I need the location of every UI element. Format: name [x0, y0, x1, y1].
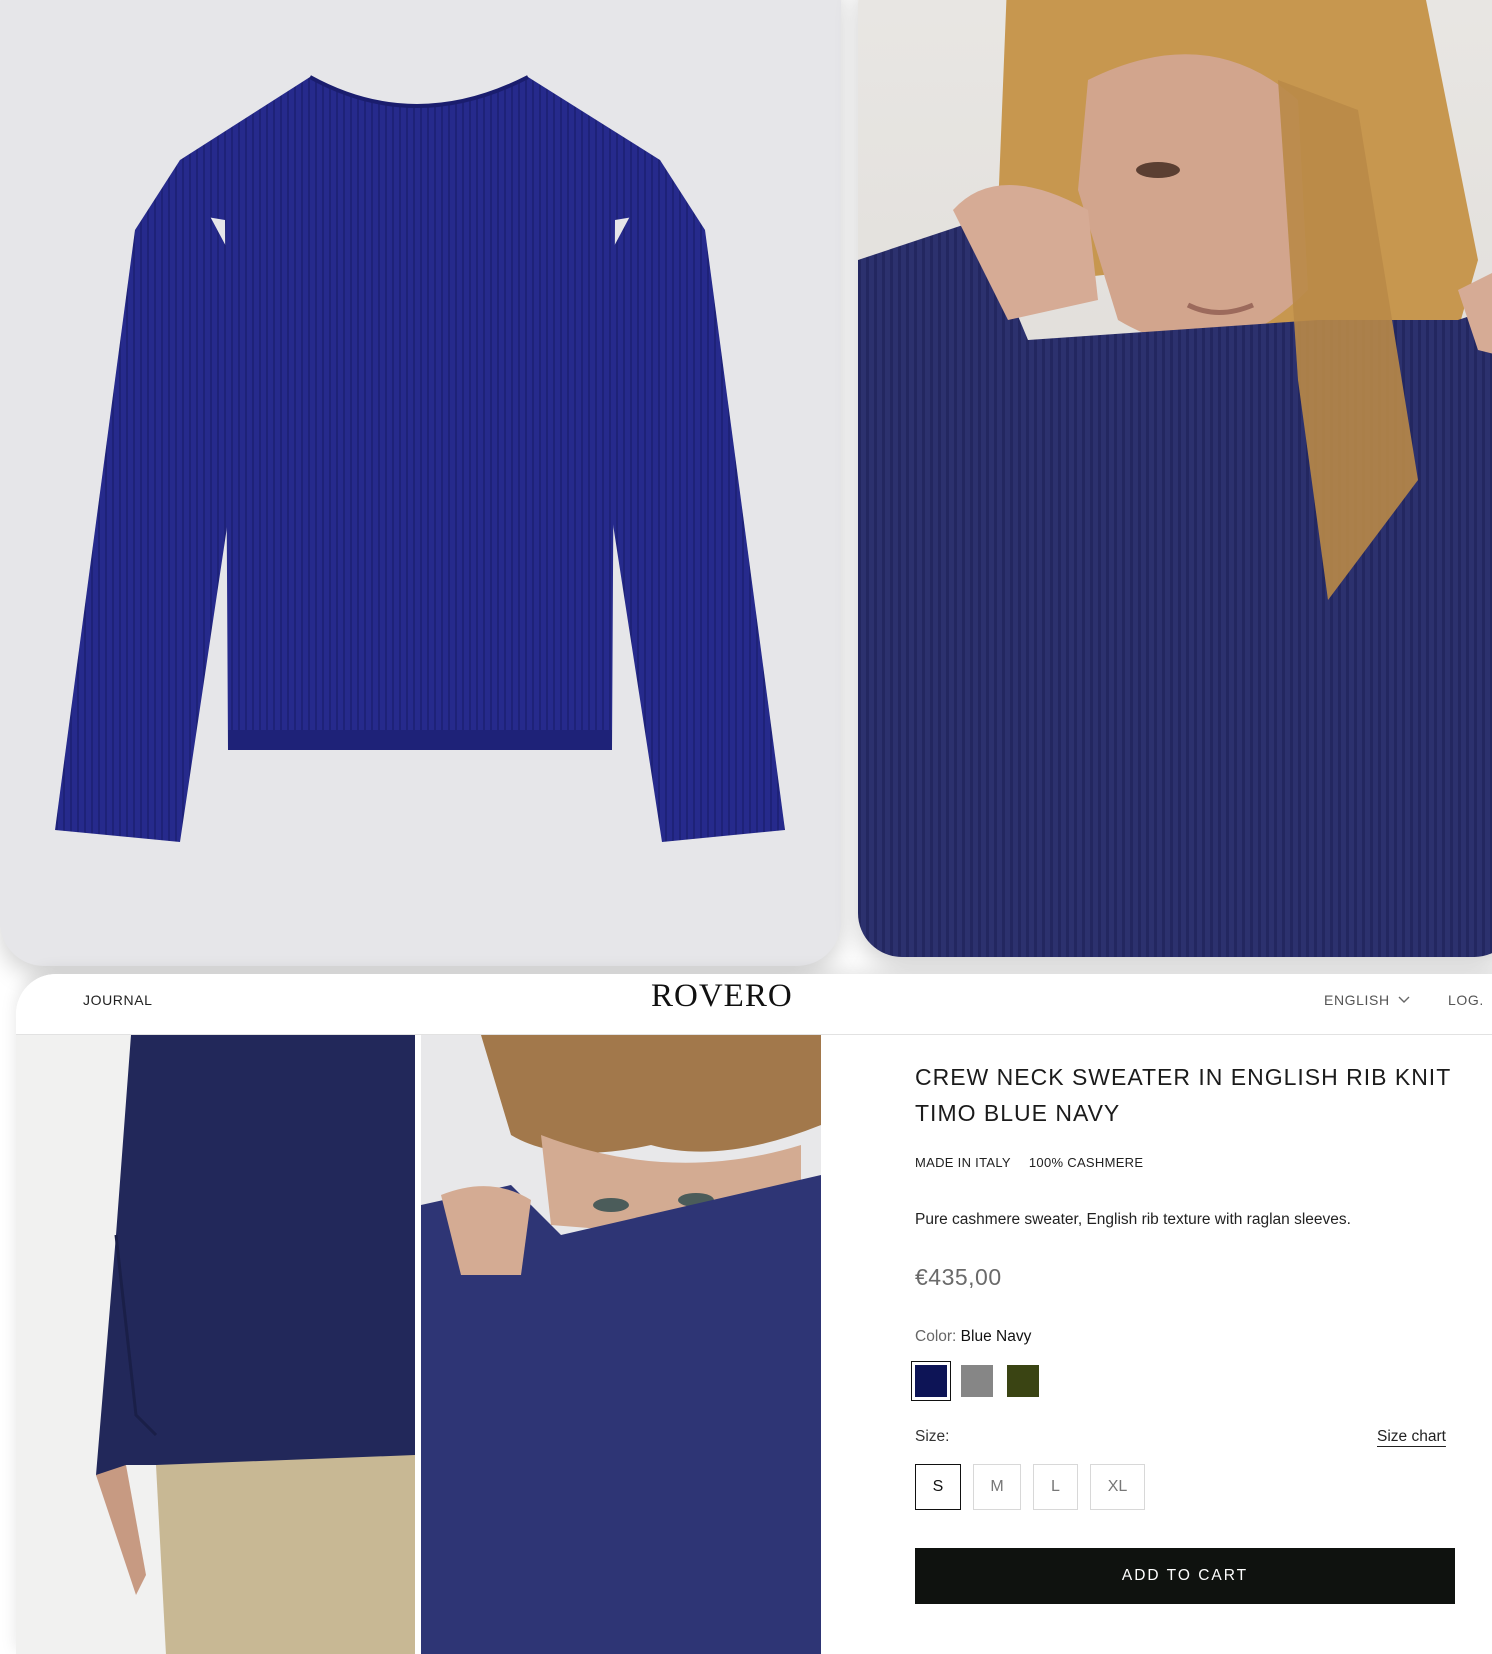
- color-label-row: Color: Blue Navy: [915, 1328, 1031, 1346]
- swatch-blue-navy[interactable]: [911, 1361, 951, 1401]
- product-description: Pure cashmere sweater, English rib textu…: [915, 1211, 1351, 1228]
- gallery-image-side[interactable]: [16, 1035, 415, 1654]
- product-page-panel: JOURNAL ROVERO ENGLISH LOG. CREW NECK SW…: [16, 974, 1492, 1654]
- size-options: S M L XL: [915, 1464, 1145, 1510]
- nav-login-link[interactable]: LOG.: [1448, 992, 1484, 1008]
- color-swatches: [911, 1361, 1039, 1401]
- tag-made-in-italy: MADE IN ITALY: [915, 1155, 1011, 1170]
- product-title: CREW NECK SWEATER IN ENGLISH RIB KNIT TI…: [915, 1064, 1451, 1126]
- size-label: Size:: [915, 1428, 950, 1445]
- size-l-button[interactable]: L: [1033, 1464, 1078, 1510]
- language-label: ENGLISH: [1324, 992, 1390, 1008]
- nav-journal-link[interactable]: JOURNAL: [83, 992, 153, 1008]
- model-collar-image: [421, 1035, 821, 1654]
- chevron-down-icon: [1398, 996, 1410, 1003]
- model-image-card[interactable]: [858, 0, 1492, 957]
- size-s-button[interactable]: S: [915, 1464, 961, 1510]
- top-nav: JOURNAL ROVERO ENGLISH LOG.: [16, 974, 1492, 1035]
- product-price: €435,00: [915, 1264, 1002, 1290]
- size-chart-link[interactable]: Size chart: [1377, 1428, 1446, 1446]
- color-label: Color:: [915, 1328, 957, 1345]
- size-m-button[interactable]: M: [973, 1464, 1021, 1510]
- color-value: Blue Navy: [960, 1328, 1032, 1345]
- model-image: [858, 0, 1492, 957]
- tag-cashmere: 100% CASHMERE: [1028, 1155, 1144, 1170]
- product-tags: MADE IN ITALY 100% CASHMERE: [915, 1155, 1143, 1170]
- swatch-olive[interactable]: [1007, 1365, 1039, 1397]
- brand-logo[interactable]: ROVERO: [651, 978, 793, 1015]
- sweater-side-image: [96, 1035, 415, 1654]
- size-xl-button[interactable]: XL: [1090, 1464, 1145, 1510]
- language-selector[interactable]: ENGLISH: [1324, 992, 1410, 1008]
- add-to-cart-button[interactable]: ADD TO CART: [915, 1548, 1455, 1604]
- swatch-grey[interactable]: [961, 1365, 993, 1397]
- product-image-card[interactable]: [0, 0, 841, 966]
- gallery-image-face[interactable]: [421, 1035, 821, 1654]
- sweater-flat-image: [55, 75, 785, 842]
